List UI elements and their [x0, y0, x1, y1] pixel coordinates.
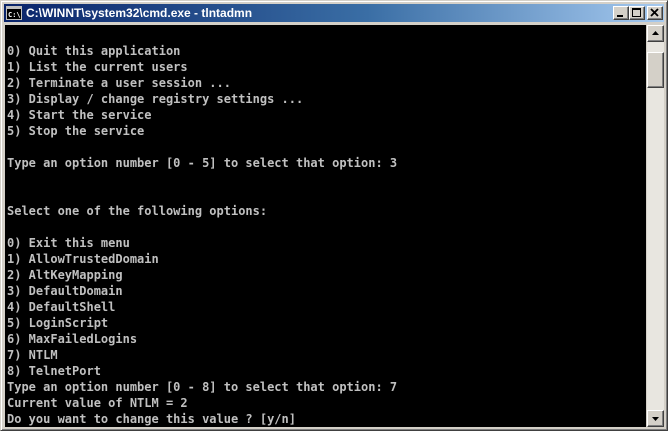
console-line: 8) TelnetPort — [7, 364, 101, 378]
close-button[interactable] — [647, 6, 663, 20]
console-line: 5) Stop the service — [7, 124, 145, 138]
console-line: 4) DefaultShell — [7, 300, 116, 314]
console-line: 4) Start the service — [7, 108, 152, 122]
console-line: Type an option number [0 - 5] to select … — [7, 156, 398, 170]
console-line: 0) Quit this application — [7, 44, 181, 58]
console-output[interactable]: 0) Quit this application 1) List the curr… — [5, 25, 646, 427]
title-bar[interactable]: C:\ C:\WINNT\system32\cmd.exe - tlntadmn — [4, 4, 664, 22]
console-line: Do you want to change this value ? [y/n] — [7, 412, 296, 426]
scroll-up-button[interactable] — [647, 25, 664, 42]
console-line: 1) List the current users — [7, 60, 188, 74]
console-line: 6) MaxFailedLogins — [7, 332, 138, 346]
scroll-up-arrow-icon — [652, 31, 659, 35]
scroll-down-arrow-icon — [652, 417, 659, 421]
console-window: C:\ C:\WINNT\system32\cmd.exe - tlntadmn… — [0, 0, 668, 431]
console-line: 2) Terminate a user session ... — [7, 76, 231, 90]
console-line: 7) NTLM — [7, 348, 58, 362]
minimize-icon — [617, 15, 623, 17]
console-line: 5) LoginScript — [7, 316, 109, 330]
console-line: Type an option number [0 - 8] to select … — [7, 380, 398, 394]
vertical-scrollbar[interactable] — [647, 25, 664, 427]
console-line: 0) Exit this menu — [7, 236, 130, 250]
scroll-thumb[interactable] — [647, 52, 664, 88]
maximize-button[interactable] — [629, 6, 645, 20]
minimize-button[interactable] — [613, 6, 629, 20]
console-line: 3) DefaultDomain — [7, 284, 123, 298]
close-icon — [650, 8, 659, 17]
console-line: 1) AllowTrustedDomain — [7, 252, 159, 266]
console-line: 3) Display / change registry settings ..… — [7, 92, 304, 106]
cmd-icon[interactable]: C:\ — [6, 5, 22, 21]
svg-text:C:\: C:\ — [8, 11, 21, 19]
console-line: 2) AltKeyMapping — [7, 268, 123, 282]
maximize-icon — [632, 8, 641, 17]
window-title: C:\WINNT\system32\cmd.exe - tlntadmn — [26, 6, 253, 20]
console-line: Current value of NTLM = 2 — [7, 396, 188, 410]
scroll-down-button[interactable] — [647, 410, 664, 427]
console-line: Select one of the following options: — [7, 204, 268, 218]
